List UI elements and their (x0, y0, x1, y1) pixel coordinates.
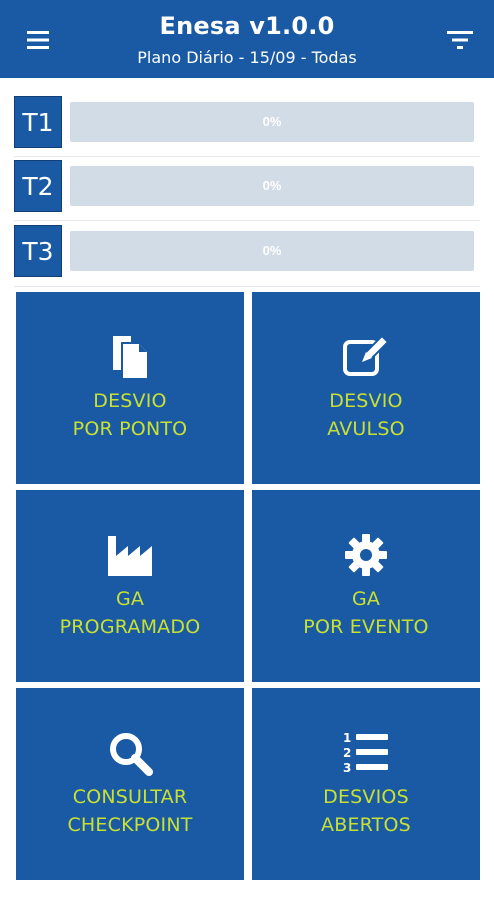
app-title: Enesa v1.0.0 (159, 12, 335, 40)
progress-percent: 0% (262, 114, 282, 129)
tile-label: GA PROGRAMADO (59, 588, 201, 638)
tile-label: DESVIO AVULSO (327, 390, 405, 440)
progress-row-t3: T3 0% (14, 225, 480, 281)
desvios-abertos-button[interactable]: 1 2 3 DESVIOS ABERTOS (252, 688, 480, 880)
documents-icon (105, 333, 155, 381)
svg-text:3: 3 (343, 761, 351, 775)
edit-icon (341, 333, 391, 381)
tile-label: GA POR EVENTO (303, 588, 429, 638)
tile-label: DESVIO POR PONTO (72, 390, 188, 440)
tile-label: DESVIOS ABERTOS (321, 786, 411, 836)
progress-percent: 0% (262, 178, 282, 193)
filter-icon (447, 31, 473, 49)
desvio-por-ponto-button[interactable]: DESVIO POR PONTO (16, 292, 244, 484)
factory-icon (105, 531, 155, 579)
tile-label: CONSULTAR CHECKPOINT (67, 786, 193, 836)
progress-row-t1: T1 0% (14, 96, 480, 152)
progress-bar: 0% (70, 102, 474, 142)
app-subtitle: Plano Diário - 15/09 - Todas (137, 48, 357, 67)
divider (14, 220, 480, 221)
app-header: Enesa v1.0.0 Plano Diário - 15/09 - Toda… (0, 0, 494, 78)
shift-tag: T1 (14, 96, 62, 148)
divider (14, 286, 480, 287)
svg-text:2: 2 (343, 746, 351, 760)
filter-button[interactable] (440, 20, 480, 60)
consultar-checkpoint-button[interactable]: CONSULTAR CHECKPOINT (16, 688, 244, 880)
ga-por-evento-button[interactable]: GA POR EVENTO (252, 490, 480, 682)
divider (14, 156, 480, 157)
progress-bar: 0% (70, 231, 474, 271)
desvio-avulso-button[interactable]: DESVIO AVULSO (252, 292, 480, 484)
action-grid: DESVIO POR PONTO DESVIO AVULSO GA PROGRA… (16, 292, 480, 884)
ga-programado-button[interactable]: GA PROGRAMADO (16, 490, 244, 682)
search-icon (105, 729, 155, 777)
shift-tag: T3 (14, 225, 62, 277)
progress-row-t2: T2 0% (14, 160, 480, 216)
gear-icon (341, 531, 391, 579)
progress-bar: 0% (70, 166, 474, 206)
svg-text:1: 1 (343, 731, 351, 745)
shift-tag: T2 (14, 160, 62, 212)
numbered-list-icon: 1 2 3 (341, 729, 391, 777)
progress-percent: 0% (262, 243, 282, 258)
